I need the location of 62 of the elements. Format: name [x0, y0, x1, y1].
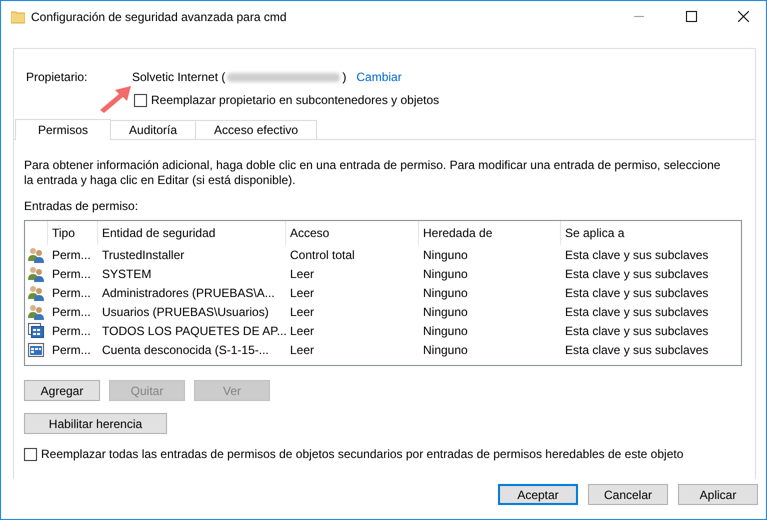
table-cell-text: Esta clave y sus subclaves [564, 286, 710, 300]
window-title: Configuración de seguridad avanzada para cmd [31, 10, 288, 24]
users-icon [28, 284, 44, 300]
users-icon [28, 246, 44, 262]
change-link[interactable]: Cambiar [356, 70, 402, 84]
table-cell-text: Esta clave y sus subclaves [564, 342, 710, 356]
entries-label: Entradas de permiso: [24, 199, 140, 213]
table-cell-text: Leer [289, 342, 316, 356]
table-cell-text: Esta clave y sus subclaves [564, 266, 710, 280]
table-cell-text: Cuenta desconocida (S-1-15-... [101, 342, 270, 356]
table-cell-text: Leer [289, 324, 316, 338]
description-text: Para obtener información adicional, haga doble clic en una entrada de permiso. Para modificar una entrada de permiso, seleccione la entrada y haga clic en Editar (si está disponible). [24, 158, 722, 188]
tab[interactable]: Acceso efectivo [195, 120, 318, 139]
close-icon[interactable] [738, 11, 748, 22]
table-cell-text: Perm... [51, 342, 92, 356]
maximize-icon[interactable] [686, 11, 696, 22]
table-cell-text: Perm... [51, 324, 92, 338]
dialog-button[interactable]: Aplicar [678, 484, 758, 505]
table-cell-text: Administradores (PRUEBAS\A... [101, 286, 276, 300]
table-cell-text: TrustedInstaller [101, 248, 186, 262]
owner-name: Solvetic Internet ( [132, 70, 226, 84]
dialog-button[interactable]: Cancelar [588, 484, 668, 505]
app-package-icon [28, 322, 44, 338]
table-cell-text: Usuarios (PRUEBAS\Usuarios) [101, 304, 270, 318]
table-cell-text: Esta clave y sus subclaves [564, 248, 710, 262]
table-cell-text: Control total [289, 248, 356, 262]
checkbox-label: Reemplazar propietario en subcontenedores y objetos [151, 93, 440, 107]
checkbox[interactable] [24, 448, 37, 460]
table-cell-text: TODOS LOS PAQUETES DE AP... [101, 324, 285, 338]
table-cell-text: Ninguno [422, 248, 469, 262]
table-cell-text: Ninguno [422, 286, 469, 300]
tab[interactable]: Permisos [15, 119, 112, 140]
table-cell-text: Perm... [51, 286, 92, 300]
owner-name-end: ) [342, 70, 346, 84]
folder-icon [11, 10, 25, 24]
column-header[interactable]: Entidad de seguridad [97, 221, 285, 245]
owner-label: Propietario: [26, 70, 88, 84]
table-cell-text: Ninguno [422, 342, 469, 356]
entry-button[interactable]: Agregar [24, 380, 100, 401]
column-header[interactable]: Heredada de [418, 221, 560, 245]
table-cell-text: Perm... [51, 248, 92, 262]
table-cell-text: Perm... [51, 266, 92, 280]
users-icon [28, 266, 44, 282]
table-cell-text: Ninguno [422, 324, 469, 338]
table-cell-text: Ninguno [422, 266, 469, 280]
table-cell-text: Leer [289, 286, 316, 300]
table-cell-text: Esta clave y sus subclaves [564, 304, 710, 318]
dialog-button[interactable]: Aceptar [498, 484, 578, 505]
table-cell-text: Perm... [51, 304, 92, 318]
column-header[interactable]: Se aplica a [560, 221, 742, 245]
inheritance-button[interactable]: Habilitar herencia [24, 413, 167, 434]
app-window-icon [28, 342, 44, 358]
table-cell-text: Leer [289, 304, 316, 318]
checkbox[interactable] [134, 94, 147, 106]
table-cell-text: SYSTEM [101, 266, 152, 280]
table-cell-text: Esta clave y sus subclaves [564, 324, 710, 338]
column-header[interactable]: Tipo [47, 221, 97, 245]
table-cell-text: Leer [289, 266, 316, 280]
table-cell-text: Ninguno [422, 304, 469, 318]
column-header[interactable]: Acceso [285, 221, 418, 245]
checkbox-label: Reemplazar todas las entradas de permisos de objetos secundarios por entradas de permisos heredables de este objeto [41, 447, 684, 461]
users-icon [28, 304, 44, 320]
